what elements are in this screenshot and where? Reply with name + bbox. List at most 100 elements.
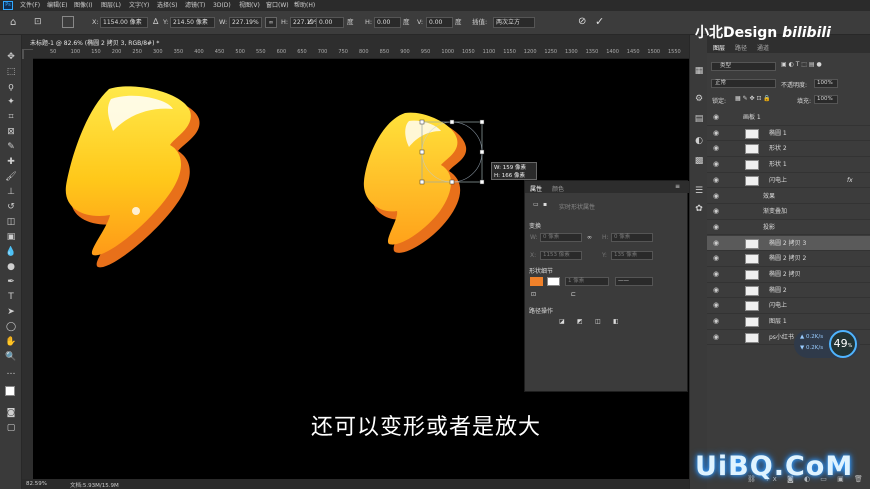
layer-filter-select[interactable]: 类型 <box>711 62 776 71</box>
visibility-eye-icon[interactable]: ◉ <box>713 204 719 219</box>
swatches-panel-icon[interactable]: ▩ <box>692 155 706 167</box>
layer-row[interactable]: ◉ 图层 1 <box>707 314 870 330</box>
menu-layer[interactable]: 图层(L) <box>101 0 121 11</box>
path-combine-icon[interactable]: ◪ <box>559 318 565 325</box>
foreground-color-swatch[interactable] <box>5 386 15 396</box>
menu-view[interactable]: 视图(V) <box>239 0 260 11</box>
stroke-width-field[interactable]: 1 像素 <box>565 277 609 286</box>
document-info[interactable]: 文档:5.93M/15.9M <box>70 481 119 489</box>
layer-row[interactable]: ◉ 椭圆 2 拷贝 <box>707 267 870 283</box>
prop-w-field[interactable]: 0 像素 <box>540 233 582 242</box>
visibility-eye-icon[interactable]: ◉ <box>713 220 719 235</box>
gradient-tool-icon[interactable]: ▣ <box>4 231 18 243</box>
layer-effect-row[interactable]: ◉ 效果 <box>707 189 870 204</box>
hand-tool-icon[interactable]: ✋ <box>4 336 18 348</box>
layer-effect-row[interactable]: ◉ 渐变叠加 <box>707 204 870 220</box>
crop-tool-icon[interactable]: ⌗ <box>4 111 18 123</box>
visibility-eye-icon[interactable]: ◉ <box>713 330 719 345</box>
type-tool-icon[interactable]: T <box>4 291 18 303</box>
visibility-eye-icon[interactable]: ◉ <box>713 173 719 188</box>
prop-h-field[interactable]: 0 像素 <box>611 233 653 242</box>
menu-select[interactable]: 选择(S) <box>157 0 178 11</box>
lightning-bolt-left[interactable] <box>65 86 200 268</box>
dodge-tool-icon[interactable]: ● <box>4 261 18 273</box>
layer-row[interactable]: ◉ 闪电上 fx <box>707 173 870 189</box>
menu-image[interactable]: 图像(I) <box>74 0 92 11</box>
stamp-tool-icon[interactable]: ⊥ <box>4 186 18 198</box>
x-field[interactable]: 1154.00 像素 <box>100 17 148 28</box>
tab-properties[interactable]: 属性 <box>530 184 542 193</box>
eyedropper-tool-icon[interactable]: ✎ <box>4 141 18 153</box>
vertical-ruler[interactable] <box>22 59 33 479</box>
visibility-eye-icon[interactable]: ◉ <box>713 283 719 298</box>
layer-row[interactable]: ◉ 形状 2 <box>707 141 870 157</box>
interpolation-select[interactable]: 两次立方 <box>493 17 535 28</box>
path-selection-icon[interactable]: ➤ <box>4 306 18 318</box>
y-field[interactable]: 214.50 像素 <box>170 17 215 28</box>
marquee-tool-icon[interactable]: ⬚ <box>4 66 18 78</box>
home-icon[interactable]: ⌂ <box>10 17 16 28</box>
path-subtract-icon[interactable]: ◩ <box>577 318 583 325</box>
color-panel-icon[interactable]: ◐ <box>692 135 706 147</box>
layer-row[interactable]: ◉ 椭圆 2 <box>707 283 870 299</box>
visibility-eye-icon[interactable]: ◉ <box>713 110 719 125</box>
more-tools-icon[interactable]: … <box>4 366 18 378</box>
shape-tool-icon[interactable]: ◯ <box>4 321 18 333</box>
document-tab[interactable]: 未标题-1 @ 82.6% (椭圆 2 拷贝 3, RGB/8#) * <box>30 38 159 47</box>
tab-color[interactable]: 颜色 <box>552 184 564 193</box>
ruler-origin[interactable] <box>24 50 33 59</box>
layer-row[interactable]: ◉ 椭圆 2 拷贝 3 <box>707 235 870 252</box>
visibility-eye-icon[interactable]: ◉ <box>713 141 719 156</box>
menu-filter[interactable]: 滤镜(T) <box>185 0 205 11</box>
lock-icons[interactable]: ▦ ✎ ✥ ⊡ 🔒 <box>735 95 771 102</box>
tab-paths[interactable]: 路径 <box>735 43 747 52</box>
zoom-level[interactable]: 82.59% <box>26 481 47 487</box>
w-field[interactable]: 227.19% <box>229 17 262 28</box>
fill-field[interactable]: 100% <box>814 95 838 104</box>
lightning-bolt-right[interactable] <box>363 112 485 253</box>
opacity-field[interactable]: 100% <box>814 79 838 88</box>
hskew-field[interactable]: 0.00 <box>374 17 401 28</box>
menu-edit[interactable]: 编辑(E) <box>47 0 67 11</box>
blur-tool-icon[interactable]: 💧 <box>4 246 18 258</box>
visibility-eye-icon[interactable]: ◉ <box>713 314 719 329</box>
panel-menu-icon[interactable]: ≡ <box>675 183 680 190</box>
history-panel-icon[interactable]: ▦ <box>692 65 706 77</box>
libraries-panel-icon[interactable]: ▤ <box>692 113 706 125</box>
frame-tool-icon[interactable]: ⊠ <box>4 126 18 138</box>
stroke-style-select[interactable]: —— <box>615 277 653 286</box>
blend-mode-select[interactable]: 正常 <box>711 79 776 88</box>
move-tool-icon[interactable]: ✥ <box>4 51 18 63</box>
layer-row[interactable]: ◉ 椭圆 2 拷贝 2 <box>707 251 870 267</box>
healing-tool-icon[interactable]: ✚ <box>4 156 18 168</box>
reference-point-icon[interactable] <box>62 16 74 28</box>
prop-y-field[interactable]: 135 像素 <box>611 251 653 260</box>
menu-type[interactable]: 文字(Y) <box>129 0 149 11</box>
lasso-tool-icon[interactable]: ϙ <box>4 81 18 93</box>
tab-channels[interactable]: 通道 <box>757 43 769 52</box>
screen-mode-icon[interactable]: ▢ <box>4 422 18 434</box>
tab-layers[interactable]: 图层 <box>713 43 725 52</box>
cancel-transform-icon[interactable]: ⊘ <box>578 16 586 27</box>
link-ratio-icon[interactable]: ∞ <box>265 17 277 28</box>
brush-tool-icon[interactable]: 🖌 <box>4 171 18 183</box>
zoom-tool-icon[interactable]: 🔍 <box>4 351 18 363</box>
layer-effect-row[interactable]: ◉ 投影 <box>707 220 870 236</box>
transform-tool-icon[interactable]: ⊡ <box>34 17 42 27</box>
menu-window[interactable]: 窗口(W) <box>266 0 289 11</box>
stroke-color-swatch[interactable] <box>547 277 560 286</box>
vskew-field[interactable]: 0.00 <box>426 17 453 28</box>
delta-icon[interactable]: ∆ <box>153 17 158 26</box>
menu-3d[interactable]: 3D(D) <box>213 0 231 11</box>
magic-wand-tool-icon[interactable]: ✦ <box>4 96 18 108</box>
visibility-eye-icon[interactable]: ◉ <box>713 189 719 204</box>
cap-icon[interactable]: ⊏ <box>571 291 576 298</box>
menu-help[interactable]: 帮助(H) <box>294 0 315 11</box>
section-shape-details[interactable]: 形状细节 <box>529 266 553 275</box>
layer-row[interactable]: ◉ 形状 1 <box>707 157 870 173</box>
history-brush-icon[interactable]: ↺ <box>4 201 18 213</box>
visibility-eye-icon[interactable]: ◉ <box>713 251 719 266</box>
filter-icons[interactable]: ▣ ◐ T ⬚ ▤ ● <box>781 61 822 68</box>
align-stroke-icon[interactable]: ⊡ <box>531 291 536 298</box>
eraser-tool-icon[interactable]: ◫ <box>4 216 18 228</box>
